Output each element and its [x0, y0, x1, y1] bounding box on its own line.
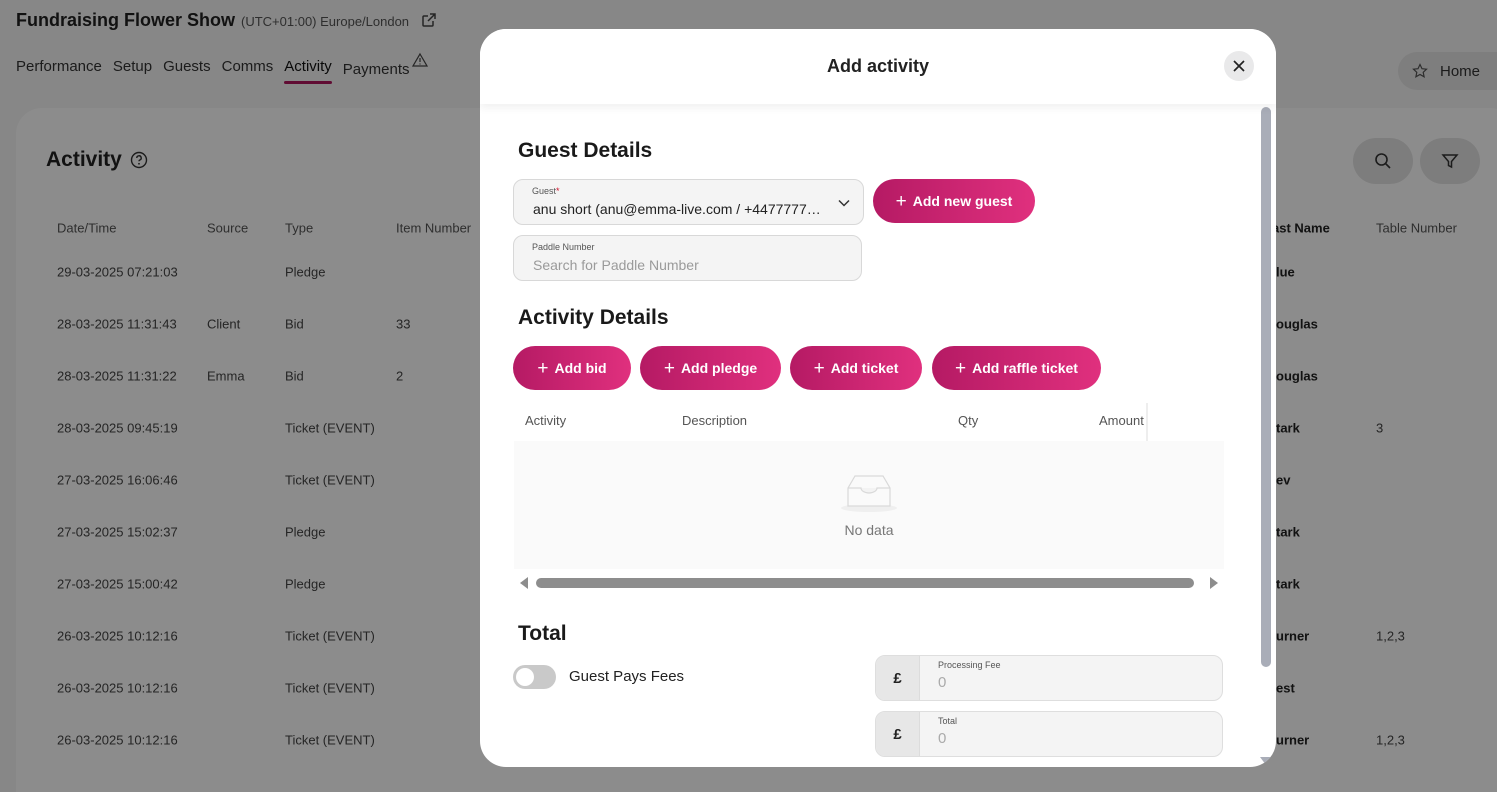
modal-scrollbar-thumb[interactable]	[1261, 107, 1271, 667]
processing-fee-label: Processing Fee	[938, 660, 1001, 670]
plus-icon: +	[663, 357, 675, 379]
items-table-header: Activity Description Qty Amount	[514, 401, 1224, 443]
add-bid-label: Add bid	[554, 360, 607, 376]
h-scroll-thumb[interactable]	[536, 578, 1194, 588]
guest-details-title: Guest Details	[518, 139, 653, 162]
modal-header: Add activity	[480, 29, 1276, 104]
plus-icon: +	[813, 357, 825, 379]
guest-pays-fees-toggle[interactable]	[513, 665, 556, 689]
total-currency: £	[876, 712, 920, 756]
required-mark: *	[556, 186, 560, 196]
toggle-knob	[516, 668, 534, 686]
add-ticket-button[interactable]: + Add ticket	[790, 346, 922, 390]
modal-title: Add activity	[826, 56, 930, 76]
scroll-left-arrow[interactable]	[520, 577, 528, 589]
add-pledge-label: Add pledge	[680, 360, 758, 376]
th-qty: Qty	[958, 413, 979, 428]
plus-icon: +	[955, 357, 967, 379]
add-pledge-button[interactable]: + Add pledge	[640, 346, 781, 390]
items-table-h-scrollbar[interactable]	[514, 576, 1224, 590]
total-label: Total	[938, 716, 958, 726]
guest-select[interactable]: Guest* anu short (anu@emma-live.com / +4…	[513, 179, 864, 225]
add-bid-button[interactable]: + Add bid	[513, 346, 631, 390]
empty-inbox-icon	[841, 475, 897, 512]
close-button[interactable]	[1224, 51, 1254, 81]
chevron-down-icon	[838, 199, 850, 207]
guest-selected-value: anu short (anu@emma-live.com / +44777777…	[533, 201, 825, 217]
add-activity-modal: Add activity Guest Details Guest* anu sh…	[480, 29, 1276, 767]
activity-items-table: Activity Description Qty Amount No data	[514, 401, 1224, 569]
add-ticket-label: Add ticket	[830, 360, 899, 376]
total-input[interactable]: £ Total 0	[875, 711, 1223, 757]
scroll-right-arrow[interactable]	[1210, 577, 1218, 589]
processing-fee-currency: £	[876, 656, 920, 700]
processing-fee-input[interactable]: £ Processing Fee 0	[875, 655, 1223, 701]
modal-scroll-down-arrow[interactable]	[1260, 757, 1272, 765]
guest-pays-fees-label: Guest Pays Fees	[569, 668, 685, 685]
processing-fee-value: 0	[938, 674, 947, 691]
guest-label-text: Guest	[532, 186, 557, 196]
column-divider	[1146, 403, 1148, 443]
paddle-number-input[interactable]: Paddle Number Search for Paddle Number	[513, 235, 862, 281]
guest-field-label: Guest*	[532, 186, 560, 196]
add-new-guest-button[interactable]: + Add new guest	[873, 179, 1035, 223]
plus-icon: +	[895, 190, 907, 212]
close-icon	[1233, 60, 1245, 72]
th-description: Description	[682, 413, 748, 428]
items-table-empty: No data	[514, 441, 1224, 569]
total-value: 0	[938, 730, 947, 747]
add-raffle-ticket-label: Add raffle ticket	[972, 360, 1078, 376]
paddle-placeholder: Search for Paddle Number	[533, 257, 699, 273]
plus-icon: +	[537, 357, 549, 379]
add-new-guest-label: Add new guest	[912, 193, 1013, 209]
th-activity: Activity	[525, 413, 567, 428]
activity-details-title: Activity Details	[518, 306, 669, 329]
paddle-field-label: Paddle Number	[532, 242, 595, 252]
total-title: Total	[518, 622, 567, 645]
no-data-text: No data	[844, 522, 894, 538]
th-amount: Amount	[1099, 413, 1144, 428]
add-raffle-ticket-button[interactable]: + Add raffle ticket	[932, 346, 1101, 390]
